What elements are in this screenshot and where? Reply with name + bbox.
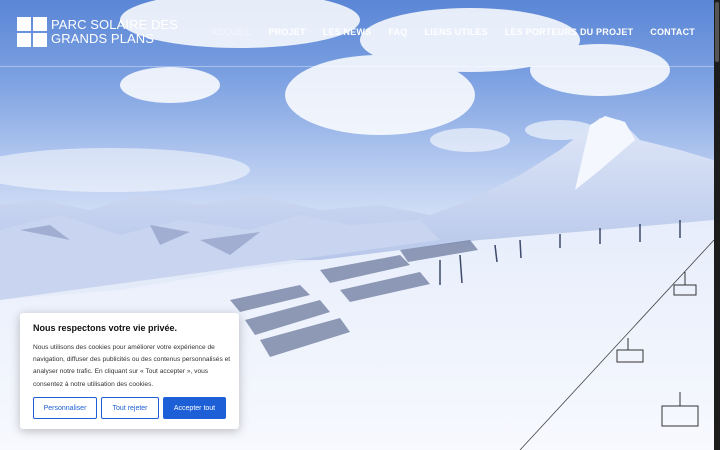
site-logo[interactable]: PARC SOLAIRE DES GRANDS PLANS [17, 17, 178, 47]
site-header: PARC SOLAIRE DES GRANDS PLANS ACCUEIL PR… [0, 0, 714, 67]
nav-les-news[interactable]: LES NEWS [323, 27, 372, 37]
nav-faq[interactable]: FAQ [388, 27, 407, 37]
main-nav: ACCUEIL PROJET LES NEWS FAQ LIENS UTILES… [194, 27, 695, 37]
logo-text: PARC SOLAIRE DES GRANDS PLANS [51, 18, 178, 46]
scrollbar-thumb[interactable] [715, 2, 719, 62]
nav-accueil[interactable]: ACCUEIL [211, 27, 251, 37]
reject-all-button[interactable]: Tout rejeter [101, 397, 159, 419]
nav-porteurs-du-projet[interactable]: LES PORTEURS DU PROJET [505, 27, 633, 37]
customize-button[interactable]: Personnaliser [33, 397, 97, 419]
logo-grid-icon [17, 17, 47, 47]
accept-all-button[interactable]: Accepter tout [163, 397, 226, 419]
cookie-body: Nous utilisons des cookies pour améliore… [33, 344, 231, 388]
nav-contact[interactable]: CONTACT [650, 27, 695, 37]
nav-projet[interactable]: PROJET [269, 27, 306, 37]
page-scrollbar[interactable] [714, 0, 720, 450]
nav-liens-utiles[interactable]: LIENS UTILES [424, 27, 487, 37]
logo-line-1: PARC SOLAIRE DES [51, 17, 179, 32]
logo-line-2: GRANDS PLANS [51, 31, 155, 46]
cookie-consent-banner: Nous respectons votre vie privée. Nous u… [20, 313, 239, 429]
cookie-title: Nous respectons votre vie privée. [33, 323, 178, 333]
